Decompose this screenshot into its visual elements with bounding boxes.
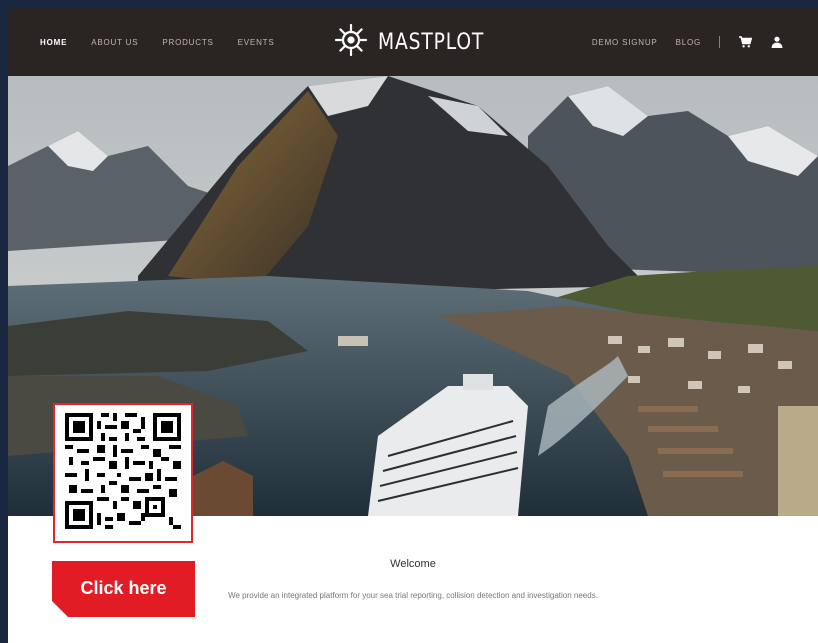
nav-right-links: DEMO SIGNUP BLOG [592,8,784,76]
cart-icon[interactable] [738,35,752,49]
welcome-title: Welcome [390,558,436,570]
qr-code-icon [61,408,185,538]
nav-link-products[interactable]: PRODUCTS [162,38,213,47]
click-here-button[interactable]: Click here [52,561,195,617]
brand-logo[interactable]: MASTPLOT [334,22,503,62]
nav-divider [719,36,720,48]
top-nav: HOME ABOUT US PRODUCTS EVENTS MASTPLOT D… [8,8,818,76]
nav-left-links: HOME ABOUT US PRODUCTS EVENTS [40,8,274,76]
nav-link-about-us[interactable]: ABOUT US [91,38,138,47]
qr-code[interactable] [53,403,193,543]
page-frame: HOME ABOUT US PRODUCTS EVENTS MASTPLOT D… [8,8,818,643]
nav-link-blog[interactable]: BLOG [676,38,701,47]
brand-name: MASTPLOT [378,29,485,55]
nav-link-events[interactable]: EVENTS [238,38,275,47]
welcome-text: We provide an integrated platform for yo… [228,591,598,600]
ship-wheel-icon [334,23,368,62]
nav-link-home[interactable]: HOME [40,38,67,47]
nav-link-demo-signup[interactable]: DEMO SIGNUP [592,38,658,47]
welcome-section: Welcome We provide an integrated platfor… [198,558,628,603]
user-icon[interactable] [770,35,784,49]
